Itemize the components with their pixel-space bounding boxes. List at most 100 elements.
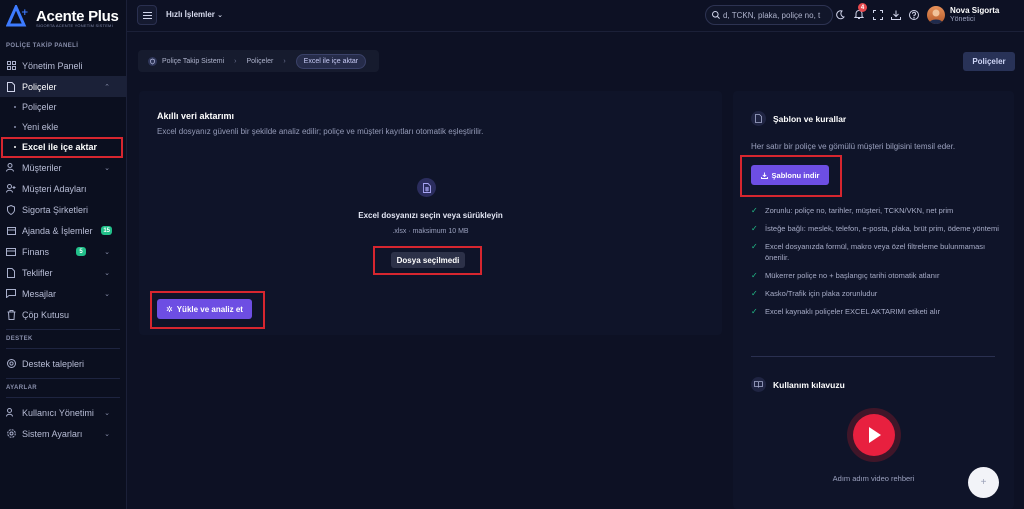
shield-icon bbox=[148, 56, 157, 66]
breadcrumb-root[interactable]: Poliçe Takip Sistemi bbox=[162, 58, 224, 65]
check-icon: ✓ bbox=[751, 242, 758, 251]
dropzone-title[interactable]: Excel dosyanızı seçin veya sürükleyin bbox=[139, 211, 722, 220]
user-plus-icon bbox=[6, 184, 16, 194]
lifebuoy-icon bbox=[6, 359, 16, 369]
sidebar-item-trash[interactable]: Çöp Kutusu bbox=[0, 304, 126, 325]
sidebar-item-label: Poliçeler bbox=[22, 81, 57, 92]
spreadsheet-icon bbox=[417, 178, 436, 197]
sidebar-item-finance[interactable]: Finans 5 ⌄ bbox=[0, 241, 126, 262]
sidebar-item-customers[interactable]: Müşteriler ⌄ bbox=[0, 157, 126, 178]
policies-button[interactable]: Poliçeler bbox=[963, 52, 1015, 71]
sidebar-item-dashboard[interactable]: Yönetim Paneli bbox=[0, 55, 126, 76]
chevron-down-icon: ⌄ bbox=[217, 12, 224, 19]
user-name[interactable]: Nova Sigorta bbox=[950, 6, 999, 15]
list-item: ✓ Kasko/Trafik için plaka zorunludur bbox=[751, 289, 878, 298]
chevron-down-icon: ⌄ bbox=[104, 409, 110, 417]
users-icon bbox=[6, 163, 16, 173]
sidebar-item-label: Finans bbox=[22, 246, 50, 257]
hamburger-icon bbox=[142, 11, 152, 19]
brand-logo[interactable]: + Acente Plus SİGORTA ACENTE YÖNETİM SİS… bbox=[0, 0, 126, 32]
breadcrumb-current: Excel ile içe aktar bbox=[295, 53, 367, 69]
list-item: ✓ Zorunlu: poliçe no, tarihler, müşteri, … bbox=[751, 206, 954, 215]
book-icon bbox=[751, 377, 766, 392]
sidebar-item-agenda[interactable]: Ajanda & İşlemler 15 bbox=[0, 220, 126, 241]
divider bbox=[751, 356, 995, 357]
sparkle-icon: ✲ bbox=[166, 304, 173, 314]
sidebar-item-offers[interactable]: Teklifler ⌄ bbox=[0, 262, 126, 283]
sidebar-item-companies[interactable]: Sigorta Şirketleri bbox=[0, 199, 126, 220]
sidebar-subitem-new[interactable]: Yeni ekle bbox=[0, 117, 126, 137]
topbar: Hızlı İşlemler ⌄ d, TCKN, plaka, poliçe … bbox=[127, 0, 1024, 32]
document-icon bbox=[751, 111, 766, 126]
play-icon bbox=[869, 427, 881, 443]
sidebar-subitem-excel-import[interactable]: Excel ile içe aktar bbox=[0, 137, 126, 157]
template-title: Şablon ve kurallar bbox=[773, 113, 847, 124]
sidebar-item-policies[interactable]: Poliçeler ⌃ bbox=[0, 76, 126, 97]
brand-tagline: SİGORTA ACENTE YÖNETİM SİSTEMİ bbox=[36, 23, 113, 28]
list-item: ✓ Excel dosyanızda formül, makro veya öze… bbox=[751, 242, 986, 262]
wallet-icon bbox=[6, 247, 16, 257]
quick-actions-menu[interactable]: Hızlı İşlemler ⌄ bbox=[166, 10, 223, 19]
sidebar: + Acente Plus SİGORTA ACENTE YÖNETİM SİS… bbox=[0, 0, 127, 509]
sidebar-item-label: Mesajlar bbox=[22, 288, 57, 299]
sidebar-item-messages[interactable]: Mesajlar ⌄ bbox=[0, 283, 126, 304]
grid-icon bbox=[6, 61, 16, 71]
check-icon: ✓ bbox=[751, 307, 758, 316]
download-template-button[interactable]: Şablonu indir bbox=[751, 165, 829, 185]
upload-analyze-button[interactable]: ✲ Yükle ve analiz et bbox=[157, 299, 252, 319]
sidebar-subitem-policies-list[interactable]: Poliçeler bbox=[0, 97, 126, 117]
template-card: Şablon ve kurallar Her satır bir poliçe … bbox=[733, 91, 1014, 509]
chevron-right-icon: › bbox=[283, 57, 286, 65]
fullscreen-icon[interactable] bbox=[872, 9, 883, 20]
brand-suffix: Plus bbox=[88, 7, 119, 25]
svg-text:+: + bbox=[21, 8, 29, 18]
template-description: Her satır bir poliçe ve gömülü müşteri b… bbox=[751, 142, 956, 151]
video-play-button[interactable] bbox=[847, 408, 901, 462]
agenda-count-badge: 15 bbox=[101, 226, 112, 235]
chevron-down-icon: ⌄ bbox=[104, 269, 110, 277]
avatar[interactable] bbox=[927, 6, 945, 24]
message-icon bbox=[6, 289, 16, 299]
floating-add-button[interactable]: + bbox=[968, 467, 999, 498]
sidebar-item-leads[interactable]: Müşteri Adayları bbox=[0, 178, 126, 199]
sidebar-item-label: Ajanda & İşlemler bbox=[22, 225, 93, 236]
calendar-icon bbox=[6, 226, 16, 236]
brand-name: Acente bbox=[36, 7, 85, 25]
sidebar-item-system-settings[interactable]: Sistem Ayarları ⌄ bbox=[0, 423, 126, 444]
download-icon[interactable] bbox=[890, 9, 901, 20]
sidebar-item-label: Çöp Kutusu bbox=[22, 309, 70, 320]
sidebar-item-label: Sistem Ayarları bbox=[22, 428, 83, 439]
section-policy-panel: POLİÇE TAKİP PANELİ bbox=[6, 43, 79, 49]
sidebar-item-user-management[interactable]: Kullanıcı Yönetimi ⌄ bbox=[0, 402, 126, 423]
notification-count-badge: 4 bbox=[858, 3, 867, 12]
section-settings: AYARLAR bbox=[6, 385, 38, 391]
import-card: Akıllı veri aktarımı Excel dosyanız güve… bbox=[139, 91, 722, 335]
document-icon bbox=[6, 81, 16, 92]
list-item: ✓ İsteğe bağlı: meslek, telefon, e-posta,… bbox=[751, 224, 999, 233]
menu-toggle-button[interactable] bbox=[137, 5, 157, 25]
search-input[interactable]: d, TCKN, plaka, poliçe no, t bbox=[705, 5, 833, 25]
rules-list: ✓ Zorunlu: poliçe no, tarihler, müşteri, … bbox=[751, 205, 1001, 324]
chevron-right-icon: › bbox=[234, 57, 237, 65]
finance-count-badge: 5 bbox=[76, 247, 86, 256]
trash-icon bbox=[6, 309, 16, 320]
list-item: ✓ Mükerrer poliçe no + başlangıç tarihi o… bbox=[751, 271, 940, 280]
chevron-up-icon: ⌃ bbox=[104, 83, 110, 91]
sidebar-item-label: Müşteriler bbox=[22, 162, 62, 173]
check-icon: ✓ bbox=[751, 206, 758, 215]
user-role: Yönetici bbox=[950, 16, 975, 23]
import-title: Akıllı veri aktarımı bbox=[157, 111, 235, 121]
gear-icon bbox=[6, 429, 16, 439]
download-icon bbox=[760, 172, 768, 179]
file-icon bbox=[6, 267, 16, 278]
guide-title: Kullanım kılavuzu bbox=[773, 379, 845, 390]
moon-icon[interactable] bbox=[834, 9, 845, 20]
sidebar-item-tickets[interactable]: Destek talepleri bbox=[0, 353, 126, 374]
sidebar-item-label: Destek talepleri bbox=[22, 358, 85, 369]
breadcrumb-parent[interactable]: Poliçeler bbox=[246, 58, 273, 65]
help-icon[interactable] bbox=[908, 9, 919, 20]
file-select-button[interactable]: Dosya seçilmedi bbox=[391, 252, 465, 268]
shield-icon bbox=[6, 204, 16, 215]
check-icon: ✓ bbox=[751, 224, 758, 233]
dropzone-subtitle: .xlsx · maksimum 10 MB bbox=[392, 228, 469, 235]
